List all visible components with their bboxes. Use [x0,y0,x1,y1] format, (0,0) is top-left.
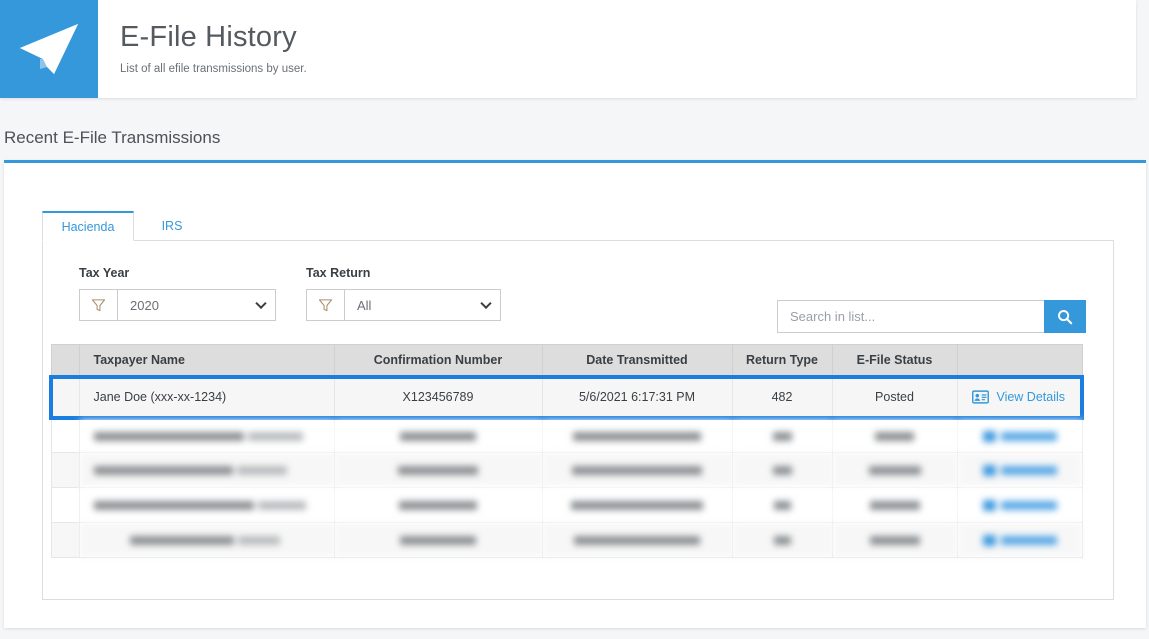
tax-year-control: 2020 [79,289,276,321]
tab-hacienda-label: Hacienda [61,219,115,234]
paper-plane-icon [20,24,78,74]
cell-confirmation-number: X123456789 [333,374,543,420]
filter-funnel-icon [80,290,118,320]
cell-date-transmitted [541,452,733,488]
chevron-down-icon [480,297,492,310]
cell-taxpayer-name [78,487,335,523]
efile-history-page: E-File History List of all efile transmi… [0,0,1149,639]
page-header-card: E-File History List of all efile transmi… [0,0,1136,98]
transmissions-table: Taxpayer Name Confirmation Number Date T… [49,344,1084,558]
tax-return-value: All [357,297,372,313]
tab-irs-label: IRS [161,219,183,233]
row-indicator [50,417,80,453]
cell-return-type: 482 [731,374,833,420]
row-indicator [50,452,80,488]
cell-date-transmitted: 5/6/2021 6:17:31 PM [541,374,733,420]
cell-confirmation-number [333,452,543,488]
table-row[interactable] [50,417,1083,453]
cell-actions[interactable] [956,487,1083,523]
search-input[interactable] [777,300,1044,333]
tab-irs[interactable]: IRS [142,211,202,241]
cell-efile-status [831,417,958,453]
tab-strip: Hacienda IRS [42,211,1114,241]
page-header-text: E-File History List of all efile transmi… [98,0,307,98]
hacienda-panel: Tax Year 2020 Tax Return All Search in l… [42,240,1114,600]
page-title: E-File History [120,20,297,53]
cell-confirmation-number [333,487,543,523]
tax-year-filter-group: Tax Year 2020 [79,266,276,321]
table-body: Jane Doe (xxx-xx-1234) X123456789 5/6/20… [49,374,1084,558]
tax-year-select[interactable]: 2020 [118,290,275,320]
search-icon [1058,309,1073,324]
filter-funnel-icon [307,290,345,320]
cell-actions[interactable] [956,452,1083,488]
cell-date-transmitted [541,487,733,523]
col-header-actions [956,344,1083,377]
tax-year-value: 2020 [130,297,159,313]
cell-confirmation-number [333,522,543,558]
cell-confirmation-number [333,417,543,453]
col-header-taxpayer-name[interactable]: Taxpayer Name [78,344,335,377]
tax-return-control: All [306,289,501,321]
transmissions-table-wrap: Taxpayer Name Confirmation Number Date T… [49,344,1084,558]
cell-actions[interactable] [956,522,1083,558]
col-header-confirmation-number[interactable]: Confirmation Number [333,344,543,377]
tax-return-filter-group: Tax Return All [306,266,501,321]
transmissions-card: Hacienda IRS Tax Year 2020 Tax Return Al… [4,160,1146,628]
section-title: Recent E-File Transmissions [4,128,221,147]
cell-return-type [731,522,833,558]
col-header-efile-status[interactable]: E-File Status [831,344,958,377]
id-card-icon [972,390,990,404]
tab-hacienda[interactable]: Hacienda [42,211,134,241]
chevron-down-icon [255,297,267,310]
table-header-row: Taxpayer Name Confirmation Number Date T… [50,344,1083,377]
tax-return-label: Tax Return [306,266,371,280]
view-details-label: View Details [996,390,1066,404]
row-indicator [50,522,80,558]
table-row[interactable]: Jane Doe (xxx-xx-1234) X123456789 5/6/20… [49,374,1084,420]
cell-date-transmitted [541,417,733,453]
view-details-button[interactable]: View Details [964,390,1075,404]
table-row[interactable] [50,452,1083,488]
cell-taxpayer-name [78,452,335,488]
cell-actions: View Details [956,374,1084,420]
search-bar [777,300,1086,333]
cell-actions[interactable] [956,417,1083,453]
cell-efile-status [831,522,958,558]
col-header-return-type[interactable]: Return Type [731,344,833,377]
filter-bar: Tax Year 2020 Tax Return All [79,266,501,321]
cell-taxpayer-name: Jane Doe (xxx-xx-1234) [78,374,335,420]
page-subtitle: List of all efile transmissions by user. [120,62,307,75]
col-header-rownum [50,344,80,377]
row-indicator [49,374,80,420]
cell-efile-status [831,487,958,523]
cell-efile-status: Posted [831,374,958,420]
app-logo [0,0,98,98]
cell-return-type [731,487,833,523]
tax-year-label: Tax Year [79,266,130,280]
cell-efile-status [831,452,958,488]
cell-return-type [731,452,833,488]
row-indicator [50,487,80,523]
tax-return-select[interactable]: All [345,290,500,320]
cell-taxpayer-name [78,522,335,558]
table-row[interactable] [50,522,1083,558]
cell-taxpayer-name [78,417,335,453]
search-button[interactable] [1044,300,1086,333]
cell-date-transmitted [541,522,733,558]
table-row[interactable] [50,487,1083,523]
col-header-date-transmitted[interactable]: Date Transmitted [541,344,733,377]
cell-return-type [731,417,833,453]
